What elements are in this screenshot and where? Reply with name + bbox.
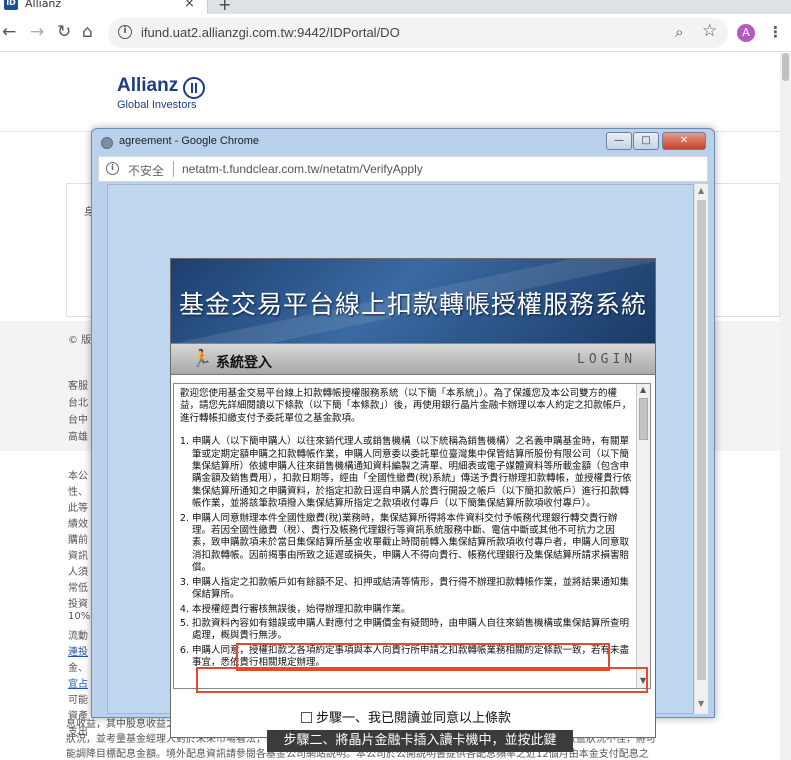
page-fragment: 客服	[68, 381, 88, 392]
page-link[interactable]: 宜占	[68, 675, 88, 690]
terms-item: 本授權經貴行審核無誤後，始得辦理扣款申購作業。	[192, 604, 632, 616]
profile-avatar[interactable]: A	[737, 24, 755, 42]
page-fragment: 性、	[68, 487, 88, 498]
popup-url[interactable]: netatm-t.fundclear.com.tw/netatm/VerifyA…	[182, 162, 423, 176]
page-fragment: 購前	[68, 535, 88, 546]
allianz-logo-subtitle: Global Investors	[117, 99, 197, 111]
popup-address-bar[interactable]: i 不安全 netatm-t.fundclear.com.tw/netatm/V…	[98, 156, 708, 182]
browser-toolbar: ← → ↻ ⌂ i ifund.uat2.allianzgi.com.tw:94…	[0, 14, 791, 52]
page-fragment: 10%	[68, 611, 91, 622]
chrome-icon	[101, 137, 113, 149]
close-window-button[interactable]: ✕	[662, 132, 706, 150]
info-icon[interactable]: i	[118, 25, 132, 39]
page-fragment: © 版	[68, 335, 92, 346]
running-figure-icon: 🏃	[191, 349, 213, 369]
page-fragment: 投資	[68, 599, 88, 610]
step1-label[interactable]: 步驟一、我已閱讀並同意以上條款	[316, 711, 511, 726]
zoom-icon[interactable]: ⌕	[675, 23, 683, 41]
page-fragment: 金、	[68, 663, 88, 674]
kebab-menu-icon[interactable]: ⋮	[768, 23, 783, 41]
scroll-up-icon[interactable]: ▲	[698, 186, 704, 195]
terms-item: 申購人（以下簡申購人）以往來銷代理人或銷售機構（以下統稱為銷售機構）之名義申購基…	[192, 436, 632, 510]
arrow-right-icon[interactable]: →	[30, 22, 44, 42]
page-fragment: 可能	[68, 695, 88, 706]
terms-item: 扣款資料內容如有錯誤或申購人對應付之申購價金有疑問時，由申購人自往來銷售機構或集…	[192, 618, 632, 643]
login-en-label: LOGIN	[577, 352, 637, 367]
tab-favicon-icon: ID	[4, 0, 18, 10]
scroll-up-icon[interactable]: ▲	[640, 385, 646, 394]
arrow-left-icon[interactable]: ←	[2, 22, 16, 42]
popup-content: 基金交易平台線上扣款轉帳授權服務系統 🏃 系統登入 LOGIN 歡迎您使用基金交…	[107, 184, 694, 752]
page-fragment: 高雄	[68, 432, 88, 443]
page-fragment: 績效	[68, 519, 88, 530]
tab-title: Allianz	[25, 0, 62, 10]
address-separator	[173, 161, 174, 177]
page-fragment: 此等	[68, 503, 88, 514]
terms-text: 歡迎您使用基金交易平台線上扣款轉帳授權服務系統（以下簡「本系統」）。為了保護您及…	[180, 388, 632, 672]
terms-item: 申購人指定之扣款帳戶如有餘額不足、扣押或結清等情形，貴行得不辦理扣款轉帳作業，並…	[192, 577, 632, 602]
page-fragment: 常低	[68, 583, 88, 594]
agree-terms-option[interactable]: 步驟一、我已閱讀並同意以上條款	[301, 707, 511, 726]
reload-icon[interactable]: ↻	[57, 22, 71, 42]
login-header: 🏃 系統登入 LOGIN	[171, 343, 655, 375]
page-scrollbar[interactable]	[780, 53, 791, 760]
popup-scrollbar[interactable]: ▲ ▼	[694, 184, 708, 714]
home-icon[interactable]: ⌂	[82, 22, 93, 42]
tab-close-icon[interactable]: ×	[184, 0, 195, 11]
insecure-label: 不安全	[128, 164, 165, 178]
minimize-button[interactable]: —	[606, 132, 632, 150]
banner-title: 基金交易平台線上扣款轉帳授權服務系統	[178, 290, 647, 319]
terms-item: 申購人同意辦理本件全國性繳費(稅)業務時，集保結算所得將本件資料交付予帳務代理銀…	[192, 513, 632, 575]
login-label: 系統登入	[216, 355, 272, 371]
address-url[interactable]: ifund.uat2.allianzgi.com.tw:9442/IDPorta…	[141, 25, 400, 40]
terms-intro: 歡迎您使用基金交易平台線上扣款轉帳授權服務系統（以下簡「本系統」）。為了保護您及…	[180, 388, 632, 424]
page-fragment: 台北	[68, 398, 88, 409]
allianz-logo-icon	[183, 77, 205, 99]
browser-tab[interactable]: ID Allianz ×	[0, 0, 208, 14]
agree-checkbox[interactable]	[301, 712, 312, 723]
page-fragment: 資訊	[68, 551, 88, 562]
page-fragment: 流動	[68, 631, 88, 642]
new-tab-icon[interactable]: +	[218, 0, 231, 14]
step2-highlight	[196, 667, 648, 693]
star-icon[interactable]: ☆	[702, 21, 717, 41]
terms-scrollbar-thumb[interactable]	[639, 398, 648, 440]
terms-scrollbar[interactable]: ▲ ▼	[636, 384, 650, 688]
maximize-button[interactable]: □	[633, 132, 659, 150]
page-link[interactable]: 連投	[68, 643, 88, 658]
page-scrollbar-thumb[interactable]	[782, 53, 789, 81]
address-bar[interactable]: i ifund.uat2.allianzgi.com.tw:9442/IDPor…	[108, 18, 728, 48]
page-fragment: 台中	[68, 415, 88, 426]
popup-scrollbar-thumb[interactable]	[697, 200, 706, 680]
insert-card-button[interactable]: 步驟二、將晶片金融卡插入讀卡機中，並按此鍵	[267, 730, 573, 752]
popup-titlebar[interactable]: agreement - Google Chrome — □ ✕	[92, 129, 714, 155]
allianz-logo-text[interactable]: Allianz	[117, 75, 178, 97]
system-banner: 基金交易平台線上扣款轉帳授權服務系統	[171, 259, 655, 343]
scroll-down-icon[interactable]: ▼	[698, 699, 704, 708]
tab-strip: ID Allianz × +	[0, 0, 791, 14]
page-fragment: 本公	[68, 471, 88, 482]
page-fragment: 人須	[68, 567, 88, 578]
info-icon[interactable]: i	[106, 162, 119, 175]
popup-window-title: agreement - Google Chrome	[119, 135, 260, 147]
agreement-popup-window: agreement - Google Chrome — □ ✕ i 不安全 ne…	[91, 128, 715, 752]
